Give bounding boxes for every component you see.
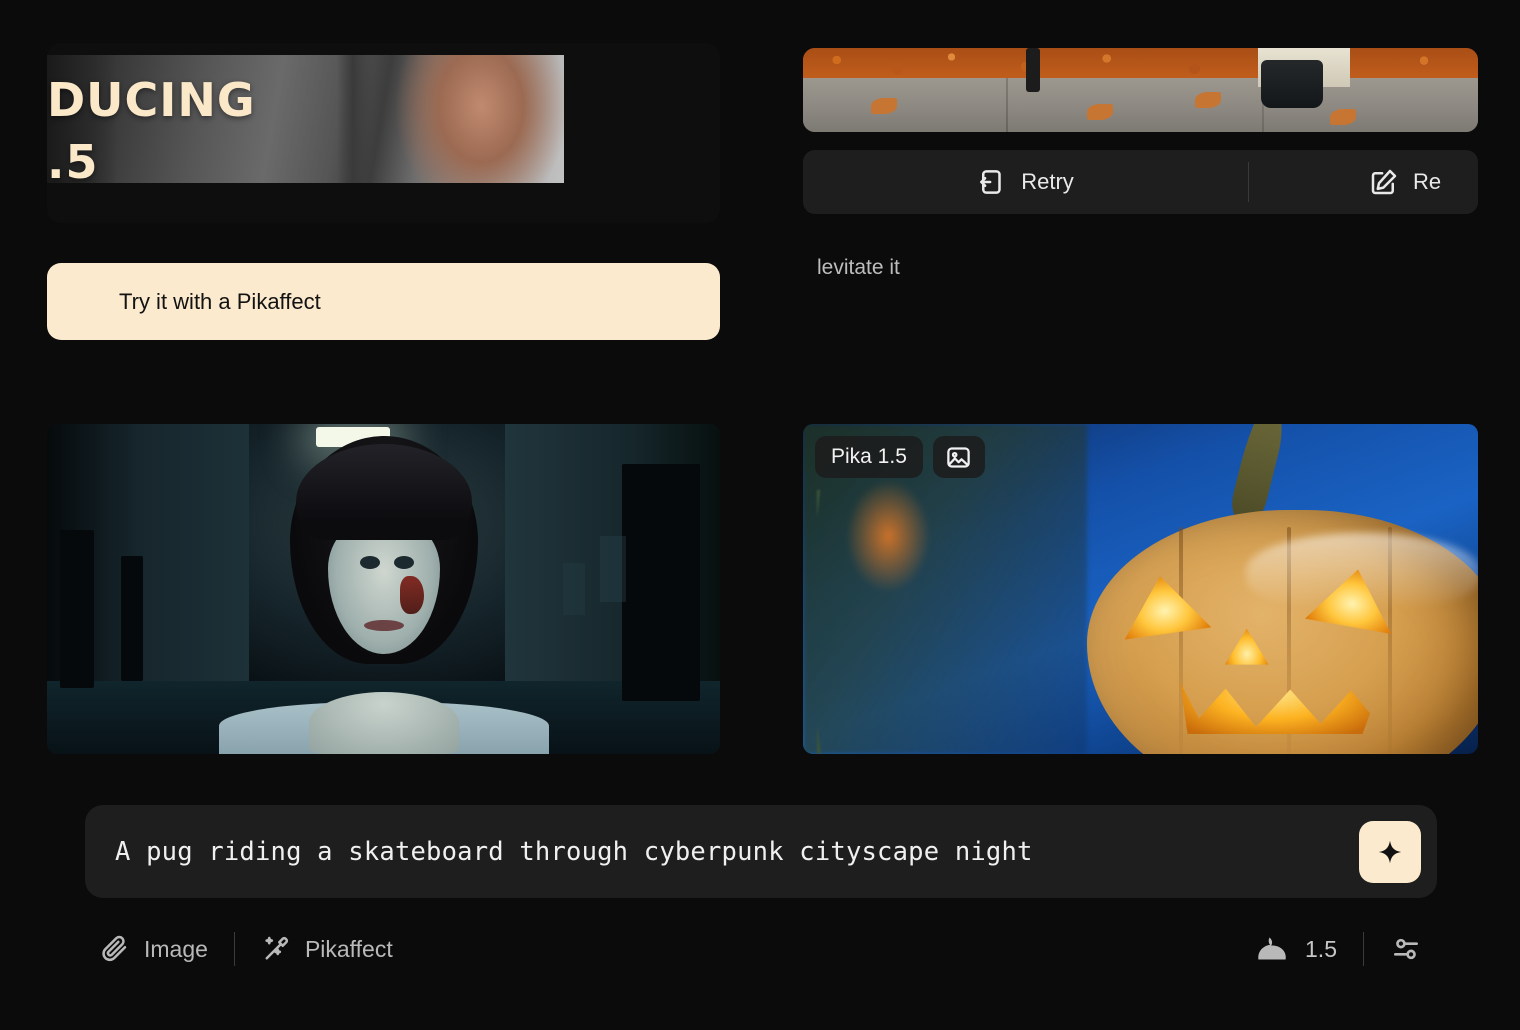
corridor-door [121, 556, 144, 682]
character-bangs [295, 444, 472, 540]
pikaffect-label: Pikaffect [304, 935, 393, 962]
try-pikaffect-button[interactable]: Try it with a Pikaffect [47, 263, 720, 340]
model-selector[interactable]: 1.5 [1255, 934, 1337, 964]
sliders-icon [1390, 933, 1422, 965]
boots [1260, 59, 1323, 109]
retry-icon [977, 167, 1007, 197]
overlay-title-line-2: .5 [47, 135, 99, 183]
retry-button[interactable]: Retry [803, 167, 1248, 197]
corridor-door [621, 463, 700, 702]
model-badge[interactable]: Pika 1.5 [815, 436, 923, 478]
leaf-bed [803, 48, 1478, 79]
tripod-leg [1025, 48, 1040, 92]
attach-image-button[interactable]: Image [100, 934, 208, 964]
generation-action-bar: Retry Re [803, 150, 1478, 214]
try-pikaffect-label: Try it with a Pikaffect [119, 288, 321, 314]
pumpkin-stem [1227, 424, 1290, 524]
character-mouth [363, 620, 404, 631]
horror-video-frame [47, 424, 720, 754]
redo-button[interactable]: Re [1249, 167, 1441, 197]
generate-button[interactable] [1359, 820, 1421, 883]
wall-picture [563, 562, 586, 616]
prompt-input[interactable]: A pug riding a skateboard through cyberp… [115, 837, 1033, 867]
character-hands [308, 692, 459, 754]
settings-button[interactable] [1390, 933, 1422, 965]
attach-image-label: Image [144, 935, 208, 962]
character-eye [359, 556, 380, 569]
image-badge-button[interactable] [932, 436, 985, 478]
character-eye [393, 556, 414, 569]
composer-toolbar: Image Pikaffect 1.5 [85, 920, 1437, 978]
pumpkin-ridge [1178, 527, 1183, 754]
pikaffect-button[interactable]: Pikaffect [261, 934, 393, 964]
blood-detail [400, 576, 425, 614]
background-grass [816, 490, 1087, 754]
leaf [1086, 104, 1113, 121]
leaf [1329, 109, 1356, 126]
generation-card-autumn[interactable] [803, 48, 1478, 132]
model-badge-label: Pika 1.5 [831, 445, 907, 468]
sparkle-icon [1374, 836, 1406, 868]
generation-feed: DUCING .5 Try it with a Pikaffect Retry … [0, 0, 1520, 790]
video-overlay-title: DUCING .5 [47, 77, 256, 183]
composer: A pug riding a skateboard through cyberp… [85, 805, 1437, 978]
leaf [870, 97, 897, 114]
image-icon [945, 444, 972, 471]
introducing-video-thumbnail[interactable]: DUCING .5 [47, 55, 564, 183]
retry-label: Retry [1021, 169, 1074, 194]
paperclip-icon [100, 934, 130, 964]
toolbar-divider [233, 932, 235, 966]
generation-prompt-echo: levitate it [817, 256, 900, 279]
generation-card-pumpkin[interactable]: Pika 1.5 [803, 424, 1478, 754]
redo-label: Re [1413, 169, 1442, 194]
magic-wand-icon [261, 934, 291, 964]
wall-picture [599, 536, 626, 603]
pika-app-window: DUCING .5 Try it with a Pikaffect Retry … [0, 0, 1520, 1030]
pavement [803, 78, 1478, 132]
autumn-video-frame [803, 48, 1478, 132]
toolbar-divider [1363, 932, 1364, 966]
generation-card-horror[interactable] [47, 424, 720, 754]
corridor-door [60, 529, 95, 688]
overlay-title-line-1: DUCING [47, 73, 256, 127]
pika-rabbit-icon [1255, 934, 1291, 964]
generation-card-introducing[interactable]: DUCING .5 [47, 43, 720, 223]
edit-icon [1369, 167, 1399, 197]
card-badges: Pika 1.5 [815, 436, 985, 478]
prompt-input-container[interactable]: A pug riding a skateboard through cyberp… [85, 805, 1437, 898]
model-version-label: 1.5 [1305, 935, 1337, 962]
